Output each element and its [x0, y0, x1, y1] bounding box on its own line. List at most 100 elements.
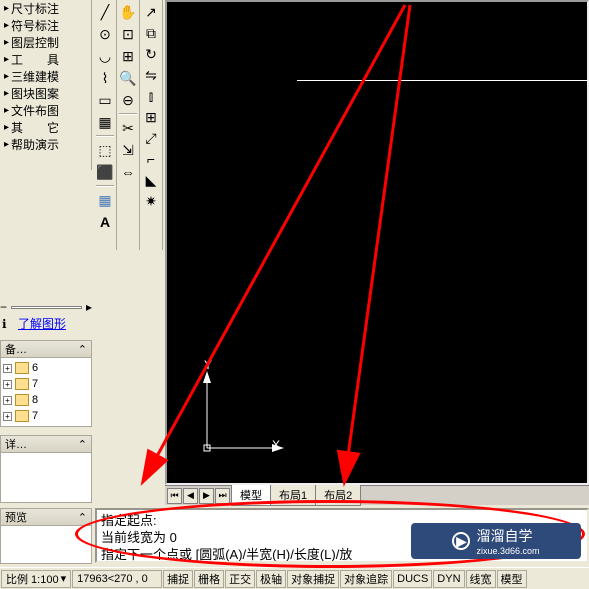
tab-layout2[interactable]: 布局2: [315, 485, 361, 506]
folder-label: 6: [32, 362, 38, 374]
zoom-icon[interactable]: 🔍: [118, 68, 138, 88]
tab-prev-icon[interactable]: ◀: [183, 488, 198, 504]
chamfer-icon[interactable]: ◣: [141, 170, 161, 190]
coords-display: 17963<270 , 0: [72, 570, 162, 588]
tab-last-icon[interactable]: ⏭: [215, 488, 230, 504]
boundary-icon[interactable]: ⬛: [95, 162, 115, 182]
backup-header[interactable]: 备… ⌃: [0, 340, 92, 358]
drawing-canvas[interactable]: Y X: [165, 0, 589, 485]
folder-item[interactable]: +6: [3, 360, 89, 376]
expand-arrow-icon: ▸: [4, 122, 9, 133]
slider[interactable]: − ▸: [0, 300, 92, 314]
stretch-icon[interactable]: ⇔: [118, 162, 138, 182]
grid-toggle[interactable]: 栅格: [194, 570, 224, 588]
tree-item-dimension[interactable]: ▸尺寸标注: [0, 0, 91, 17]
rotate-icon[interactable]: ↻: [141, 44, 161, 64]
tab-layout1[interactable]: 布局1: [270, 485, 316, 506]
watermark-sub: zixue.3d66.com: [476, 546, 539, 556]
ortho-toggle[interactable]: 正交: [225, 570, 255, 588]
tree-item-other[interactable]: ▸其 它: [0, 119, 91, 136]
tree-item-block[interactable]: ▸图块图案: [0, 85, 91, 102]
watermark-text: 溜溜自学: [476, 528, 532, 544]
plus-icon[interactable]: ▸: [86, 300, 92, 314]
fillet-icon[interactable]: ⌐: [141, 149, 161, 169]
snap-toggle[interactable]: 捕捉: [163, 570, 193, 588]
chevron-icon[interactable]: ⌃: [78, 438, 87, 451]
folder-icon: [15, 410, 29, 422]
separator: [119, 113, 137, 115]
folder-label: 7: [32, 378, 38, 390]
learn-drawing-link[interactable]: 了解图形: [18, 315, 66, 332]
polar-toggle[interactable]: 极轴: [256, 570, 286, 588]
text-icon[interactable]: A: [95, 212, 115, 232]
layout-tab-bar: ⏮ ◀ ▶ ⏭ 模型 布局1 布局2: [165, 485, 589, 505]
ducs-toggle[interactable]: DUCS: [393, 570, 432, 588]
copy-icon[interactable]: ⧉: [141, 23, 161, 43]
offset-icon[interactable]: ⫾: [141, 86, 161, 106]
polyline-icon[interactable]: ⌇: [95, 68, 115, 88]
tree-label: 工 具: [11, 51, 59, 68]
expand-icon[interactable]: +: [3, 396, 12, 405]
toolbar-modify: ✋ ⊡ ⊞ 🔍 ⊖ ✂ ⇲ ⇔: [117, 0, 140, 250]
trim-icon[interactable]: ✂: [118, 118, 138, 138]
expand-icon[interactable]: +: [3, 380, 12, 389]
folder-item[interactable]: +7: [3, 408, 89, 424]
tab-first-icon[interactable]: ⏮: [167, 488, 182, 504]
scale-display[interactable]: 比例 1:100▾: [1, 570, 71, 588]
tab-model[interactable]: 模型: [231, 485, 271, 506]
expand-arrow-icon: ▸: [4, 3, 9, 14]
chevron-icon[interactable]: ⌃: [78, 343, 87, 356]
scale-icon[interactable]: ⤢: [141, 128, 161, 148]
dropdown-icon[interactable]: ▾: [61, 572, 67, 585]
dyn-toggle[interactable]: DYN: [433, 570, 464, 588]
toolbar-draw: ╱ ⊙ ◡ ⌇ ▭ ▦ ⬚ ⬛ ▦ A: [94, 0, 117, 250]
panel-title: 详…: [5, 436, 27, 452]
tab-next-icon[interactable]: ▶: [199, 488, 214, 504]
expand-icon[interactable]: +: [3, 412, 12, 421]
model-toggle[interactable]: 模型: [497, 570, 527, 588]
tree-item-tools[interactable]: ▸工 具: [0, 51, 91, 68]
explode-icon[interactable]: ✷: [141, 191, 161, 211]
arc-icon[interactable]: ◡: [95, 46, 115, 66]
folder-item[interactable]: +8: [3, 392, 89, 408]
region-icon[interactable]: ⬚: [95, 140, 115, 160]
info-icon: ℹ: [2, 317, 14, 329]
folder-item[interactable]: +7: [3, 376, 89, 392]
tree-item-layer[interactable]: ▸图层控制: [0, 34, 91, 51]
expand-arrow-icon: ▸: [4, 71, 9, 82]
tree-item-symbol[interactable]: ▸符号标注: [0, 17, 91, 34]
mirror-icon[interactable]: ⇋: [141, 65, 161, 85]
tree-item-3d[interactable]: ▸三维建模: [0, 68, 91, 85]
expand-arrow-icon: ▸: [4, 37, 9, 48]
preview-header[interactable]: 预览 ⌃: [0, 508, 92, 526]
pan-icon[interactable]: ✋: [118, 2, 138, 22]
tree-label: 其 它: [11, 119, 59, 136]
hatch-icon[interactable]: ▦: [95, 112, 115, 132]
tree-item-help[interactable]: ▸帮助演示: [0, 136, 91, 153]
circle-icon[interactable]: ⊙: [95, 24, 115, 44]
detail-header[interactable]: 详… ⌃: [0, 435, 92, 453]
osnap-toggle[interactable]: 对象捕捉: [287, 570, 339, 588]
minus-icon[interactable]: −: [0, 300, 7, 314]
tab-nav: ⏮ ◀ ▶ ⏭: [165, 488, 232, 504]
move-icon[interactable]: ↗: [141, 2, 161, 22]
tree-item-file[interactable]: ▸文件布图: [0, 102, 91, 119]
chevron-icon[interactable]: ⌃: [78, 511, 87, 524]
extend-icon[interactable]: ⇲: [118, 140, 138, 160]
detail-body: [0, 453, 92, 503]
zoom-window-icon[interactable]: ⊞: [118, 46, 138, 66]
rect-icon[interactable]: ▭: [95, 90, 115, 110]
array-icon[interactable]: ⊞: [141, 107, 161, 127]
zoom-out-icon[interactable]: ⊖: [118, 90, 138, 110]
zoom-extents-icon[interactable]: ⊡: [118, 24, 138, 44]
folder-label: 7: [32, 410, 38, 422]
table-icon[interactable]: ▦: [95, 190, 115, 210]
slider-track[interactable]: [11, 306, 82, 309]
expand-icon[interactable]: +: [3, 364, 12, 373]
backup-body: +6 +7 +8 +7: [0, 358, 92, 427]
play-icon: ▶: [452, 532, 470, 550]
otrack-toggle[interactable]: 对象追踪: [340, 570, 392, 588]
line-icon[interactable]: ╱: [95, 2, 115, 22]
folder-icon: [15, 394, 29, 406]
lwt-toggle[interactable]: 线宽: [466, 570, 496, 588]
